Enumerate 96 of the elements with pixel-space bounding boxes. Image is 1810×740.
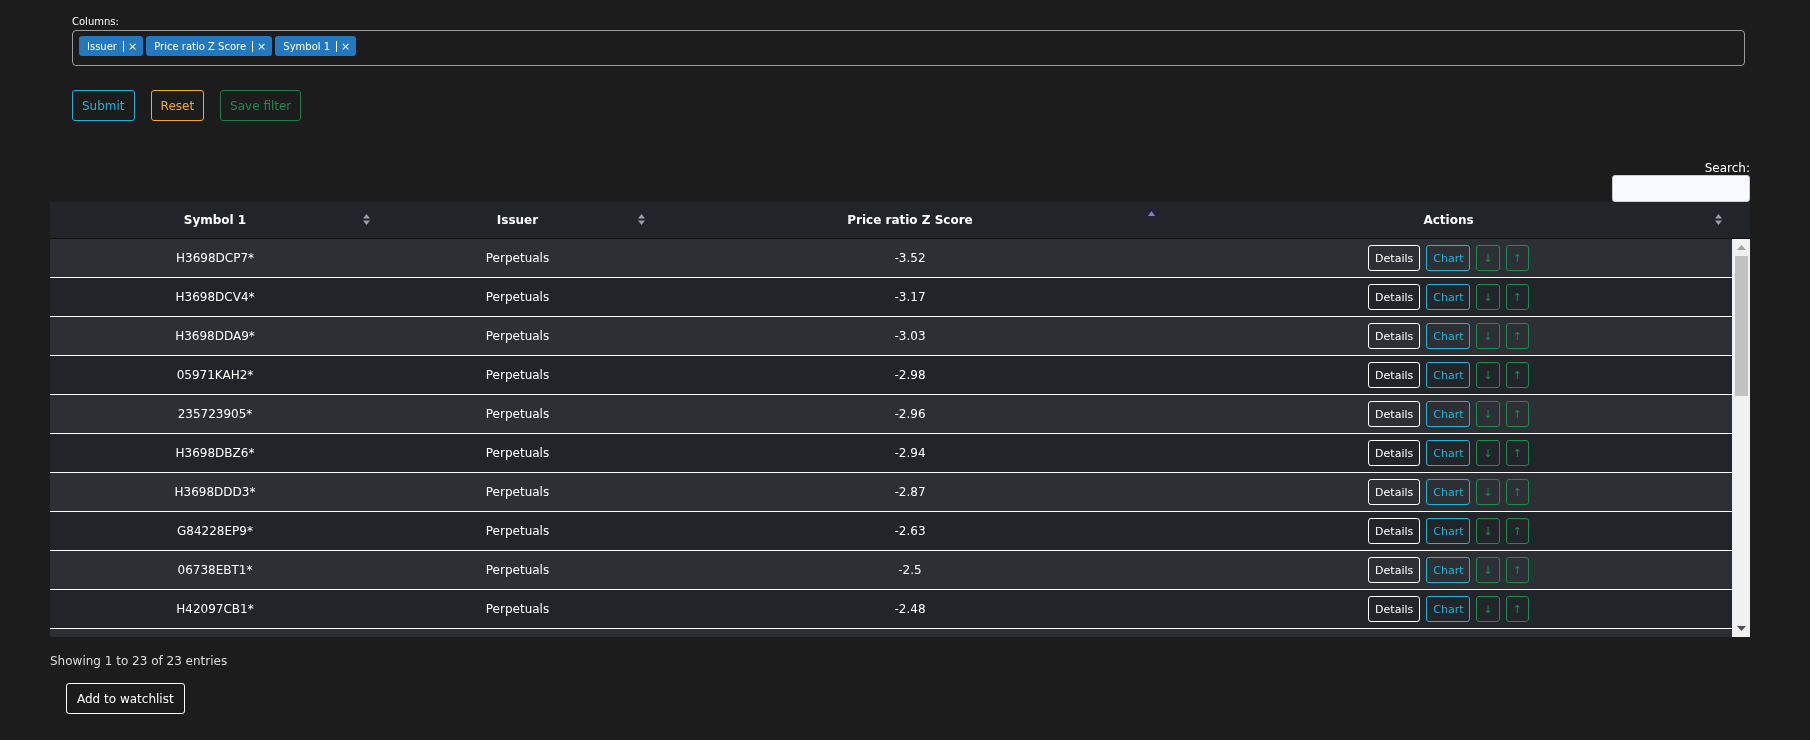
column-header[interactable]: Price ratio Z Score (847, 213, 973, 227)
row-action-button[interactable]: Details (1368, 401, 1421, 427)
table-cell: Perpetuals (485, 407, 550, 421)
sort-icon[interactable] (638, 214, 645, 225)
table-cell: H3698DCV4* (175, 290, 255, 304)
filter-button[interactable]: Save filter (220, 90, 302, 121)
table-cell: Perpetuals (485, 329, 550, 343)
table-cell: H3698DCP7* (175, 251, 255, 265)
row-action-button[interactable]: ↓ (1476, 596, 1500, 622)
row-action-button[interactable]: ↓ (1476, 245, 1500, 271)
table-cell: Perpetuals (485, 446, 550, 460)
row-action-button[interactable]: Chart (1426, 245, 1471, 271)
row-action-button[interactable]: Chart (1426, 323, 1471, 349)
row-action-button[interactable]: ↑ (1505, 440, 1529, 466)
row-action-button[interactable]: ↓ (1476, 557, 1500, 583)
remove-tag-button[interactable]: × (257, 39, 267, 53)
column-header[interactable]: Issuer (496, 213, 539, 227)
sort-icon[interactable] (363, 214, 370, 225)
row-action-button[interactable]: Details (1368, 596, 1421, 622)
row-action-button[interactable]: ↑ (1505, 245, 1529, 271)
columns-label: Columns: (72, 16, 119, 27)
row-action-button[interactable]: ↑ (1505, 596, 1529, 622)
tag-label: Issuer (87, 40, 117, 52)
table-cell: -2.98 (894, 368, 926, 382)
row-action-button[interactable]: ↑ (1505, 323, 1529, 349)
table-cell: -2.96 (894, 407, 926, 421)
table-cell: -2.87 (894, 485, 926, 499)
tag-label: Price ratio Z Score (154, 40, 247, 52)
table-cell: -3.52 (894, 251, 926, 265)
table-cell: Perpetuals (485, 290, 550, 304)
row-action-button[interactable]: Chart (1426, 401, 1471, 427)
table-cell: 06738EBT1* (177, 563, 253, 577)
row-action-button[interactable]: ↑ (1505, 284, 1529, 310)
sort-ascending-icon[interactable] (1148, 211, 1155, 216)
table-cell: Perpetuals (485, 368, 550, 382)
row-action-button[interactable]: ↓ (1476, 362, 1500, 388)
search-label: Search: (1704, 161, 1750, 175)
row-action-button[interactable]: Details (1368, 245, 1421, 271)
sort-icon[interactable] (1715, 214, 1722, 225)
row-action-button[interactable]: Chart (1426, 284, 1471, 310)
row-action-button[interactable]: Chart (1426, 557, 1471, 583)
table-cell: H3698DBZ6* (175, 446, 255, 460)
row-action-button[interactable]: ↑ (1505, 518, 1529, 544)
column-header[interactable]: Actions (1423, 213, 1474, 227)
remove-tag-button[interactable]: × (341, 39, 351, 53)
columns-select-field[interactable]: Issuer × Price ratio Z Score × Symbol 1 × (72, 30, 1745, 66)
row-action-button[interactable]: Details (1368, 362, 1421, 388)
row-action-button[interactable]: Details (1368, 557, 1421, 583)
search-field[interactable] (1612, 175, 1750, 202)
table-cell: G84228EP9* (177, 524, 253, 538)
table-cell: H42097CB1* (176, 602, 254, 616)
row-action-button[interactable]: ↓ (1476, 323, 1500, 349)
filter-button[interactable]: Submit (72, 90, 135, 121)
filter-button[interactable]: Reset (150, 90, 205, 121)
row-action-button[interactable]: ↓ (1476, 401, 1500, 427)
row-action-button[interactable]: ↑ (1505, 557, 1529, 583)
row-action-button[interactable]: Chart (1426, 440, 1471, 466)
table-cell: -2.5 (898, 563, 922, 577)
row-action-button[interactable]: Details (1368, 479, 1421, 505)
row-action-button[interactable]: Chart (1426, 596, 1471, 622)
table-cell: Perpetuals (485, 563, 550, 577)
table-cell: Perpetuals (485, 485, 550, 499)
table-cell: Perpetuals (485, 251, 550, 265)
scrollbar[interactable] (1732, 239, 1750, 637)
table-cell: -2.63 (894, 524, 926, 538)
table-cell: 235723905* (177, 407, 253, 421)
table-cell: H3698DDD3* (174, 485, 256, 499)
remove-tag-button[interactable]: × (128, 39, 138, 53)
row-action-button[interactable]: Details (1368, 518, 1421, 544)
row-action-button[interactable]: Chart (1426, 362, 1471, 388)
table-cell: H3698DDA9* (175, 329, 255, 343)
scrollbar-thumb[interactable] (1734, 256, 1748, 396)
row-action-button[interactable]: Details (1368, 440, 1421, 466)
row-action-button[interactable]: ↓ (1476, 518, 1500, 544)
row-action-button[interactable]: Chart (1426, 479, 1471, 505)
column-header[interactable]: Symbol 1 (183, 213, 247, 227)
row-action-button[interactable]: ↓ (1476, 440, 1500, 466)
add-to-watchlist-button[interactable]: Add to watchlist (66, 683, 185, 714)
tag-label: Symbol 1 (283, 40, 331, 52)
scroll-down-icon[interactable] (1736, 626, 1746, 631)
row-action-button[interactable]: Details (1368, 323, 1421, 349)
table-cell: -2.94 (894, 446, 926, 460)
row-action-button[interactable]: ↓ (1476, 479, 1500, 505)
table-cell: -3.03 (894, 329, 926, 343)
table-cell: -2.48 (894, 602, 926, 616)
table-cell: -3.17 (894, 290, 926, 304)
row-action-button[interactable]: ↑ (1505, 479, 1529, 505)
table-cell: 05971KAH2* (176, 368, 254, 382)
table-cell: Perpetuals (485, 602, 550, 616)
row-action-button[interactable]: ↑ (1505, 401, 1529, 427)
entries-info: Showing 1 to 23 of 23 entries (50, 654, 229, 668)
row-action-button[interactable]: ↓ (1476, 284, 1500, 310)
row-action-button[interactable]: Details (1368, 284, 1421, 310)
row-action-button[interactable]: ↑ (1505, 362, 1529, 388)
row-action-button[interactable]: Chart (1426, 518, 1471, 544)
table-cell: Perpetuals (485, 524, 550, 538)
